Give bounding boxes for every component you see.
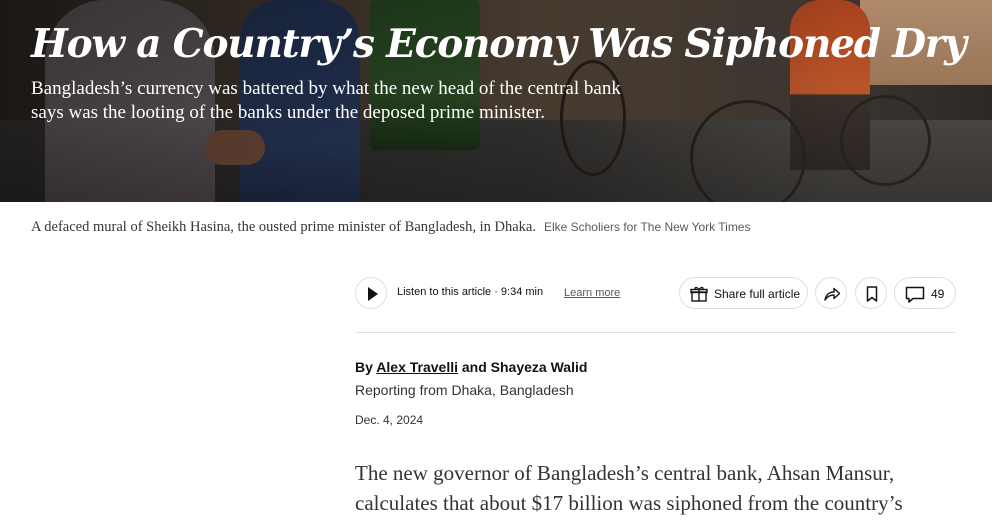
play-icon bbox=[368, 287, 378, 301]
share-full-article-button[interactable]: Share full article bbox=[679, 277, 808, 309]
article-toolbar: Listen to this article · 9:34 min Learn … bbox=[355, 277, 956, 311]
image-caption: A defaced mural of Sheikh Hasina, the ou… bbox=[31, 219, 750, 236]
gift-icon bbox=[690, 286, 708, 302]
share-full-article-label: Share full article bbox=[714, 287, 801, 301]
byline-prefix: By bbox=[355, 359, 377, 375]
play-audio-button[interactable] bbox=[355, 277, 387, 309]
byline: By Alex Travelli and Shayeza Walid bbox=[355, 359, 587, 375]
learn-more-link[interactable]: Learn more bbox=[564, 287, 620, 299]
bookmark-icon bbox=[866, 286, 878, 302]
share-button[interactable] bbox=[815, 277, 847, 309]
publish-date: Dec. 4, 2024 bbox=[355, 413, 424, 427]
byline-joiner: and bbox=[458, 359, 491, 375]
photo-credit: Elke Scholiers for The New York Times bbox=[543, 220, 751, 234]
comments-count: 49 bbox=[931, 287, 945, 301]
headline: How a Country’s Economy Was Siphoned Dry bbox=[31, 21, 967, 67]
caption-text: A defaced mural of Sheikh Hasina, the ou… bbox=[31, 219, 536, 235]
author-name: Shayeza Walid bbox=[490, 359, 588, 375]
summary-dek: Bangladesh’s currency was battered by wh… bbox=[31, 78, 621, 123]
author-link[interactable]: Alex Travelli bbox=[376, 359, 458, 375]
save-bookmark-button[interactable] bbox=[855, 277, 887, 309]
comment-icon bbox=[905, 286, 925, 303]
listen-label: Listen to this article · 9:34 min bbox=[397, 286, 544, 298]
comments-button[interactable]: 49 bbox=[894, 277, 956, 309]
article-paragraph: The new governor of Bangladesh’s central… bbox=[355, 461, 903, 515]
toolbar-divider bbox=[355, 332, 956, 333]
dateline: Reporting from Dhaka, Bangladesh bbox=[355, 382, 574, 398]
hero-image: How a Country’s Economy Was Siphoned Dry… bbox=[0, 0, 992, 202]
share-arrow-icon bbox=[824, 287, 841, 301]
